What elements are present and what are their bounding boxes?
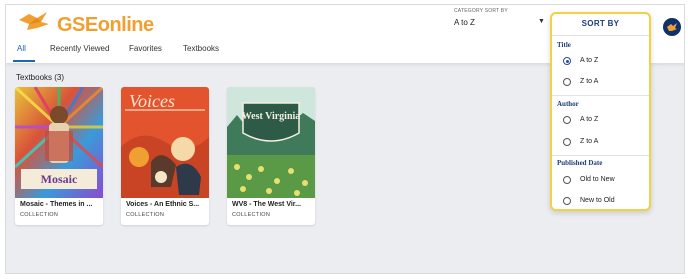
book-cover-west-virginia: West Virginia [227, 87, 315, 198]
option-label: Old to New [580, 176, 615, 183]
card-title: Voices - An Ethnic S... [126, 201, 200, 208]
sort-option-new-to-old[interactable]: New to Old [563, 195, 643, 207]
bird-avatar-icon [667, 23, 677, 31]
textbook-card-mosaic[interactable]: Mosaic Mosaic - Themes in ... COLLECTION [15, 87, 103, 225]
book-cover-voices: Voices [121, 87, 209, 198]
tab-textbooks[interactable]: Textbooks [183, 43, 219, 63]
radio[interactable] [563, 116, 571, 124]
category-sort-value: A to Z [454, 18, 475, 27]
cover-title-west-virginia: West Virginia [242, 111, 301, 122]
option-label: A to Z [580, 57, 599, 64]
sort-by-panel: SORT BY Title A to Z Z to A Author A to … [550, 12, 651, 211]
sort-option-old-to-new[interactable]: Old to New [563, 174, 643, 186]
divider [552, 155, 649, 156]
card-title: WV8 - The West Vir... [232, 201, 301, 208]
book-cover-mosaic: Mosaic [15, 87, 103, 198]
radio[interactable] [563, 197, 571, 205]
cover-title-voices: Voices [129, 91, 175, 111]
card-type: COLLECTION [126, 212, 165, 218]
category-sort-dropdown[interactable]: CATEGORY SORT BY A to Z ▼ [454, 8, 546, 30]
card-type: COLLECTION [20, 212, 59, 218]
radio[interactable] [563, 138, 571, 146]
textbook-card-voices[interactable]: Voices Voices - An Ethnic S... COLLECTIO… [121, 87, 209, 225]
sort-option-author-a-to-z[interactable]: A to Z [563, 114, 643, 126]
radio-checked[interactable] [563, 57, 571, 65]
group-label-title: Title [557, 41, 571, 49]
option-label: Z to A [580, 78, 599, 85]
option-label: Z to A [580, 138, 599, 145]
option-label: A to Z [580, 116, 599, 123]
caret-down-icon: ▼ [538, 18, 545, 25]
sort-option-title-z-to-a[interactable]: Z to A [563, 76, 643, 88]
tab-recently-viewed[interactable]: Recently Viewed [50, 43, 109, 63]
bird-logo-icon [19, 12, 49, 30]
sort-option-title-a-to-z[interactable]: A to Z [563, 55, 643, 67]
tab-favorites[interactable]: Favorites [129, 43, 162, 63]
option-label: New to Old [580, 197, 615, 204]
gse-logo[interactable]: GSEonline [17, 10, 154, 36]
sort-panel-title: SORT BY [581, 19, 620, 28]
logo-text: GSEonline [57, 14, 154, 36]
group-label-published-date: Published Date [557, 159, 603, 167]
avatar[interactable] [663, 18, 681, 36]
group-label-author: Author [557, 100, 579, 108]
section-title: Textbooks (3) [16, 73, 65, 82]
sort-option-author-z-to-a[interactable]: Z to A [563, 136, 643, 148]
cover-title-mosaic: Mosaic [41, 172, 78, 186]
category-sort-label: CATEGORY SORT BY [454, 8, 508, 14]
active-tab-indicator [13, 60, 35, 62]
divider [552, 35, 649, 36]
radio[interactable] [563, 78, 571, 86]
radio[interactable] [563, 176, 571, 184]
card-type: COLLECTION [232, 212, 271, 218]
textbook-card-west-virginia[interactable]: West Virginia WV8 - The West Vir... COLL… [227, 87, 315, 225]
tab-bar: All Recently Viewed Favorites Textbooks [6, 43, 306, 63]
card-title: Mosaic - Themes in ... [20, 201, 93, 208]
divider [552, 95, 649, 96]
